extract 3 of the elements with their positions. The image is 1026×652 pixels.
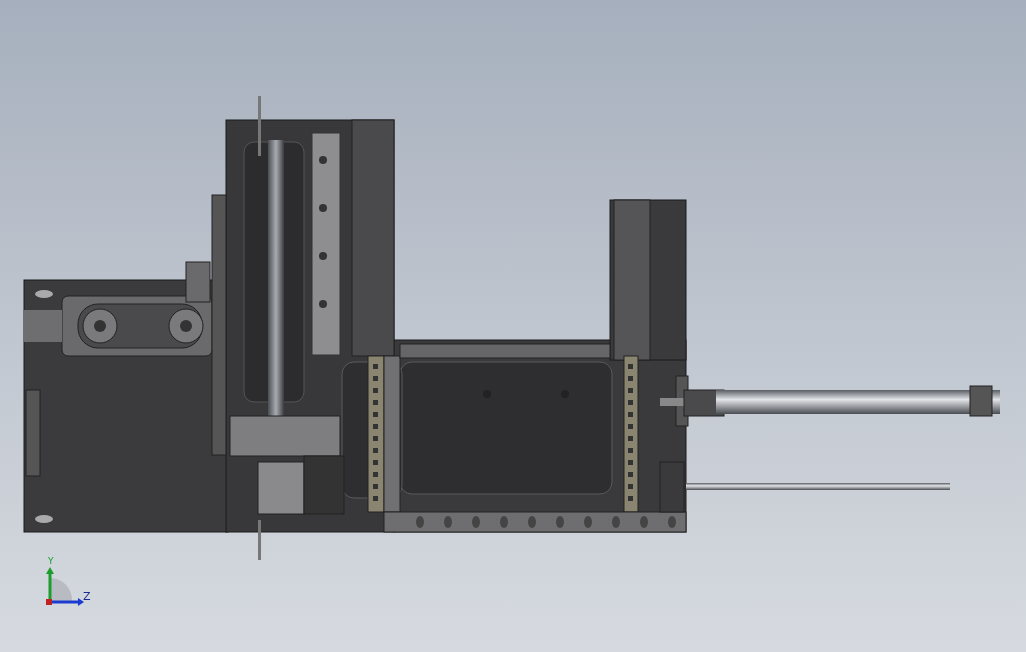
coordinate-triad-icon: [46, 567, 84, 606]
axis-label: Y: [48, 556, 54, 566]
axis-label: Z: [83, 590, 91, 603]
